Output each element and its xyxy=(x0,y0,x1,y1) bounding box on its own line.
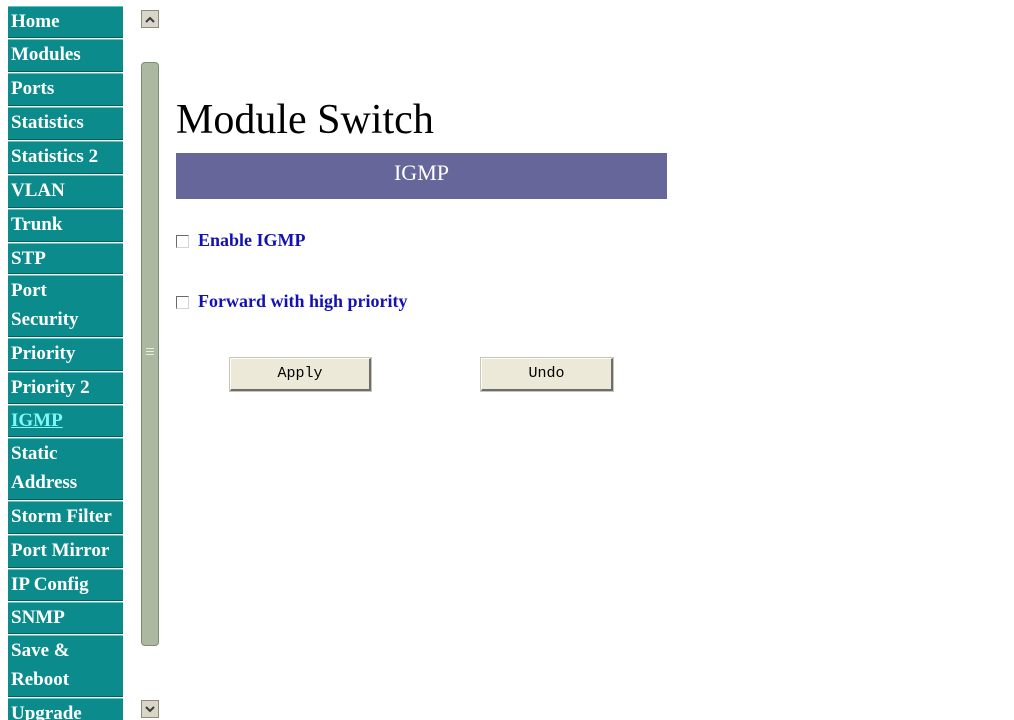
sidebar-item-label: Priority xyxy=(11,343,76,364)
sidebar-item-statistics[interactable]: Statistics xyxy=(8,107,123,140)
undo-button[interactable]: Undo xyxy=(480,357,614,392)
sidebar-item-port-mirror[interactable]: Port Mirror xyxy=(8,535,123,568)
sidebar-item-modules[interactable]: Modules xyxy=(8,39,123,72)
sidebar-item-label: Static Address xyxy=(11,443,78,493)
page-title: Module Switch xyxy=(176,97,434,143)
sidebar-item-label: Home xyxy=(11,11,60,32)
section-header: IGMP xyxy=(176,153,667,199)
grip-icon xyxy=(146,348,154,356)
sidebar-item-label: Trunk xyxy=(11,214,63,235)
sidebar-item-port-security[interactable]: Port Security xyxy=(8,275,123,337)
sidebar-item-label: VLAN xyxy=(11,180,65,201)
apply-button[interactable]: Apply xyxy=(229,357,372,392)
sidebar-item-trunk[interactable]: Trunk xyxy=(8,209,123,242)
sidebar-item-label: Statistics 2 xyxy=(11,146,99,167)
sidebar-item-label: Upgrade xyxy=(11,703,82,720)
sidebar-item-home[interactable]: Home xyxy=(8,6,123,38)
forward-high-priority-label: Forward with high priority xyxy=(198,291,408,311)
sidebar-item-label: IGMP xyxy=(11,410,63,431)
sidebar-item-upgrade[interactable]: Upgrade xyxy=(8,698,123,720)
sidebar-nav: Home Modules Ports Statistics Statistics… xyxy=(0,0,140,720)
sidebar-item-priority-2[interactable]: Priority 2 xyxy=(8,372,123,404)
sidebar-item-vlan[interactable]: VLAN xyxy=(8,175,123,208)
enable-igmp-label: Enable IGMP xyxy=(198,230,306,250)
sidebar-item-storm-filter[interactable]: Storm Filter xyxy=(8,501,123,534)
sidebar-item-save-reboot[interactable]: Save & Reboot xyxy=(8,635,123,697)
sidebar-item-label: STP xyxy=(11,248,46,269)
sidebar-item-label: Storm Filter xyxy=(11,506,112,527)
sidebar-item-label: Save & Reboot xyxy=(11,640,70,690)
sidebar-item-label: Port Security xyxy=(11,280,79,330)
sidebar-item-label: Modules xyxy=(11,44,81,65)
sidebar-item-priority[interactable]: Priority xyxy=(8,338,123,371)
sidebar-item-label: IP Config xyxy=(11,574,89,595)
scroll-up-button[interactable] xyxy=(141,10,159,28)
sidebar-item-ports[interactable]: Ports xyxy=(8,73,123,106)
scroll-down-button[interactable] xyxy=(141,700,159,718)
forward-high-priority-option[interactable]: Forward with high priority xyxy=(176,289,408,313)
arrow-up-icon xyxy=(145,16,155,23)
sidebar-item-igmp[interactable]: IGMP xyxy=(8,405,123,437)
forward-high-priority-checkbox[interactable] xyxy=(176,296,189,309)
arrow-down-icon xyxy=(145,705,155,712)
sidebar-item-label: Ports xyxy=(11,78,55,99)
sidebar-item-ip-config[interactable]: IP Config xyxy=(8,569,123,601)
enable-igmp-option[interactable]: Enable IGMP xyxy=(176,228,306,252)
sidebar-item-label: SNMP xyxy=(11,607,65,628)
sidebar-item-static-address[interactable]: Static Address xyxy=(8,438,123,500)
sidebar-scrollbar[interactable] xyxy=(140,0,160,720)
sidebar-item-label: Port Mirror xyxy=(11,540,110,561)
sidebar-item-label: Priority 2 xyxy=(11,377,90,398)
sidebar-item-stp[interactable]: STP xyxy=(8,243,123,274)
sidebar-item-statistics-2[interactable]: Statistics 2 xyxy=(8,141,123,174)
sidebar-item-label: Statistics xyxy=(11,112,84,133)
enable-igmp-checkbox[interactable] xyxy=(176,235,189,248)
sidebar-item-snmp[interactable]: SNMP xyxy=(8,602,123,634)
scroll-thumb[interactable] xyxy=(141,62,159,646)
